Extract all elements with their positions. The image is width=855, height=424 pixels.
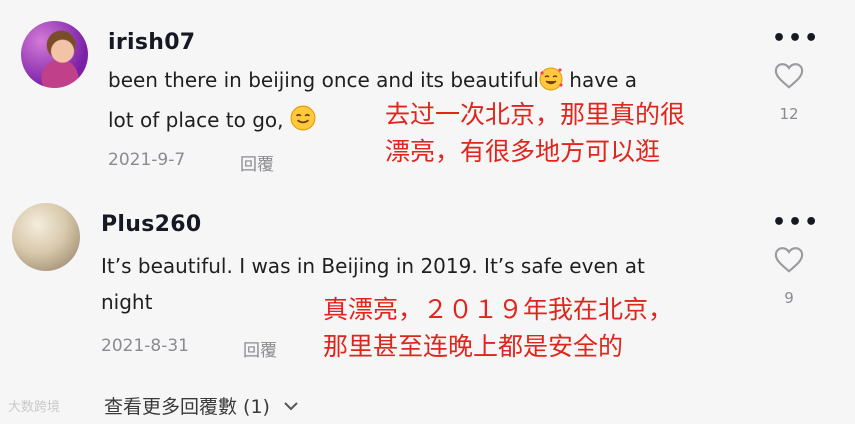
avatar[interactable] xyxy=(12,203,80,271)
heart-icon[interactable] xyxy=(774,62,804,90)
translation-line: 漂亮，有很多地方可以逛 xyxy=(385,137,661,166)
translation-line: 那里甚至连晚上都是安全的 xyxy=(323,332,624,361)
username[interactable]: irish07 xyxy=(108,30,195,55)
avatar[interactable] xyxy=(21,21,88,88)
view-more-replies-button[interactable]: 查看更多回覆數 (1) xyxy=(104,392,298,419)
reply-button[interactable]: 回覆 xyxy=(240,150,274,175)
heart-icon[interactable] xyxy=(774,246,804,274)
view-more-label: 查看更多回覆數 (1) xyxy=(104,396,270,418)
translation-overlay: 真漂亮，２０１９年我在北京， 那里甚至连晚上都是安全的 xyxy=(323,291,673,365)
comment-text-line: night xyxy=(101,290,153,314)
reply-button[interactable]: 回覆 xyxy=(243,336,277,361)
translation-overlay: 去过一次北京，那里真的很 漂亮，有很多地方可以逛 xyxy=(385,96,685,170)
comment-text-line: lot of place to go, xyxy=(108,108,290,132)
translation-line: 真漂亮，２０１９年我在北京， xyxy=(323,295,674,324)
translation-line: 去过一次北京，那里真的很 xyxy=(385,100,686,129)
username[interactable]: Plus260 xyxy=(101,212,201,237)
watermark: 大数跨境 xyxy=(8,396,60,415)
comment-text-line: been there in beijing once and its beaut… xyxy=(108,68,539,92)
chevron-down-icon xyxy=(284,402,298,411)
more-icon[interactable]: ••• xyxy=(772,210,820,235)
comment-date: 2021-9-7 xyxy=(108,150,186,170)
like-count: 12 xyxy=(779,105,799,123)
comment-text-line: have a xyxy=(562,68,637,92)
comment-text-line: It’s beautiful. I was in Beijing in 2019… xyxy=(101,254,645,278)
comment-date: 2021-8-31 xyxy=(101,336,189,356)
like-count: 9 xyxy=(784,289,794,307)
more-icon[interactable]: ••• xyxy=(772,26,820,51)
watermark-text: 大数跨境 xyxy=(8,400,61,415)
smiling-face-emoji xyxy=(290,105,316,142)
